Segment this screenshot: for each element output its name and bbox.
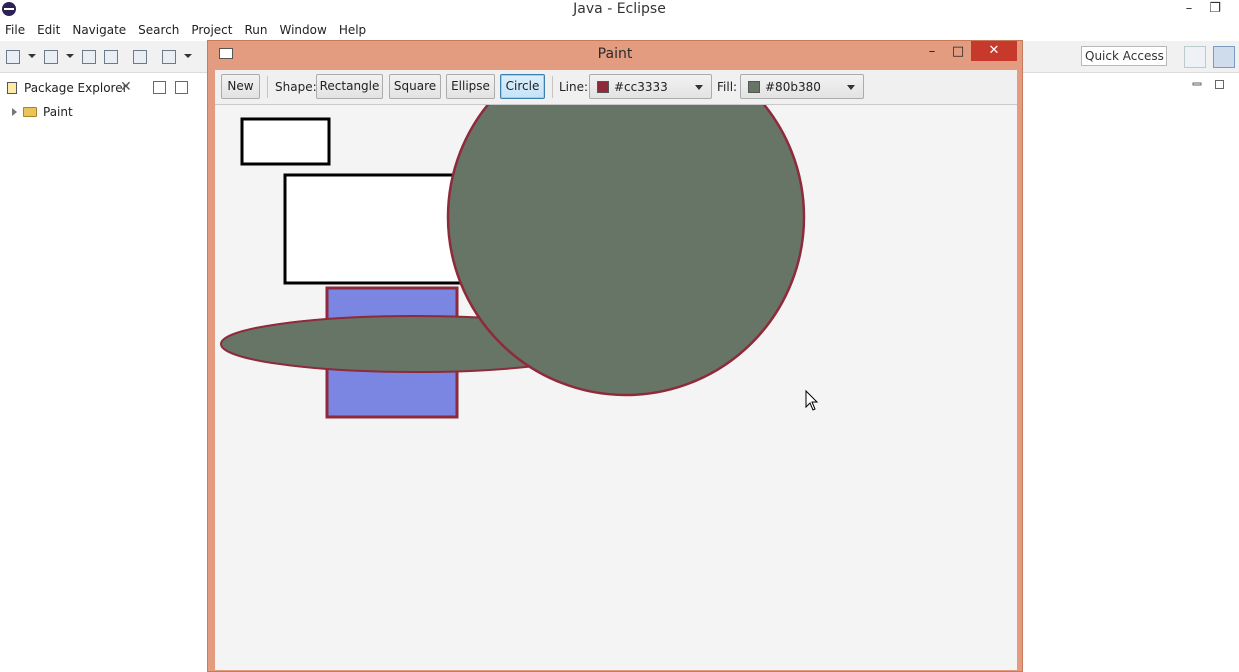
- paint-maximize-button[interactable]: □: [945, 43, 971, 61]
- menu-file[interactable]: File: [0, 23, 32, 37]
- package-explorer-header: Package Explorer ✕: [0, 76, 208, 100]
- paint-window: Paint – □ ✕ New Shape: Rectangle Square …: [207, 40, 1023, 672]
- package-explorer-tab[interactable]: Package Explorer: [24, 81, 128, 95]
- open-perspective-icon[interactable]: [1184, 46, 1206, 68]
- java-perspective-icon[interactable]: [1213, 46, 1235, 68]
- save-icon[interactable]: [82, 50, 96, 64]
- paint-close-button[interactable]: ✕: [971, 41, 1017, 61]
- menu-navigate[interactable]: Navigate: [67, 23, 133, 37]
- project-label: Paint: [43, 105, 73, 119]
- close-view-icon[interactable]: ✕: [120, 79, 132, 95]
- menu-project[interactable]: Project: [186, 23, 239, 37]
- line-color-swatch: [597, 81, 609, 93]
- new-dropdown-icon[interactable]: [28, 54, 36, 58]
- save-all-icon[interactable]: [104, 50, 118, 64]
- paint-window-icon: [219, 48, 233, 59]
- paint-toolbar: New Shape: Rectangle Square Ellipse Circ…: [215, 70, 1017, 105]
- menu-search[interactable]: Search: [133, 23, 186, 37]
- menu-edit[interactable]: Edit: [32, 23, 67, 37]
- line-color-select[interactable]: #cc3333: [589, 74, 712, 99]
- ellipse-button[interactable]: Ellipse: [446, 74, 495, 99]
- paint-title-bar: Paint – □ ✕: [208, 41, 1022, 68]
- canvas-drawing: [220, 105, 819, 419]
- project-folder-icon: [23, 107, 37, 117]
- skip-breakpoints-icon[interactable]: [133, 50, 147, 64]
- paint-title: Paint: [597, 46, 633, 62]
- shape-rectangle-small[interactable]: [240, 117, 331, 166]
- shape-label: Shape:: [275, 80, 317, 94]
- fill-label: Fill:: [717, 80, 738, 94]
- chevron-down-icon: [847, 85, 855, 90]
- line-color-value: #cc3333: [614, 80, 668, 94]
- eclipse-app-icon: [2, 2, 16, 16]
- menu-window[interactable]: Window: [274, 23, 333, 37]
- new-wizard-icon[interactable]: [6, 50, 20, 64]
- circle-button[interactable]: Circle: [500, 74, 545, 99]
- minimize-button[interactable]: –: [1178, 0, 1200, 18]
- menu-run[interactable]: Run: [239, 23, 274, 37]
- expand-arrow-icon[interactable]: [12, 108, 17, 116]
- mouse-cursor-icon: [805, 389, 819, 411]
- fill-color-select[interactable]: #80b380: [740, 74, 864, 99]
- drawing-canvas[interactable]: [215, 105, 1017, 670]
- open-dropdown-icon[interactable]: [66, 54, 74, 58]
- fill-color-value: #80b380: [765, 80, 821, 94]
- menu-bar: File Edit Navigate Search Project Run Wi…: [0, 20, 1239, 40]
- paint-minimize-button[interactable]: –: [919, 43, 945, 61]
- fill-color-swatch: [748, 81, 760, 93]
- menu-help[interactable]: Help: [334, 23, 373, 37]
- window-title: Java - Eclipse: [573, 1, 666, 17]
- chevron-down-icon: [695, 85, 703, 90]
- paint-client-area: New Shape: Rectangle Square Ellipse Circ…: [215, 70, 1017, 670]
- debug-dropdown-icon[interactable]: [184, 54, 192, 58]
- quick-access-field[interactable]: Quick Access: [1081, 46, 1167, 66]
- package-explorer-icon: [7, 82, 17, 94]
- rectangle-button[interactable]: Rectangle: [316, 74, 383, 99]
- square-button[interactable]: Square: [389, 74, 441, 99]
- eclipse-title-bar: Java - Eclipse – ❐: [0, 0, 1239, 19]
- collapse-all-icon[interactable]: [153, 81, 166, 94]
- debug-icon[interactable]: [162, 50, 176, 64]
- open-type-icon[interactable]: [44, 50, 58, 64]
- restore-button[interactable]: ❐: [1204, 0, 1226, 18]
- link-with-editor-icon[interactable]: [175, 81, 188, 94]
- toolbar-separator: [267, 76, 268, 98]
- project-paint[interactable]: Paint: [10, 104, 73, 120]
- new-button[interactable]: New: [221, 74, 260, 99]
- toolbar-separator: [552, 76, 553, 98]
- maximize-view-icon[interactable]: [1215, 80, 1225, 89]
- line-label: Line:: [559, 80, 589, 94]
- minimize-view-icon[interactable]: [1192, 80, 1202, 89]
